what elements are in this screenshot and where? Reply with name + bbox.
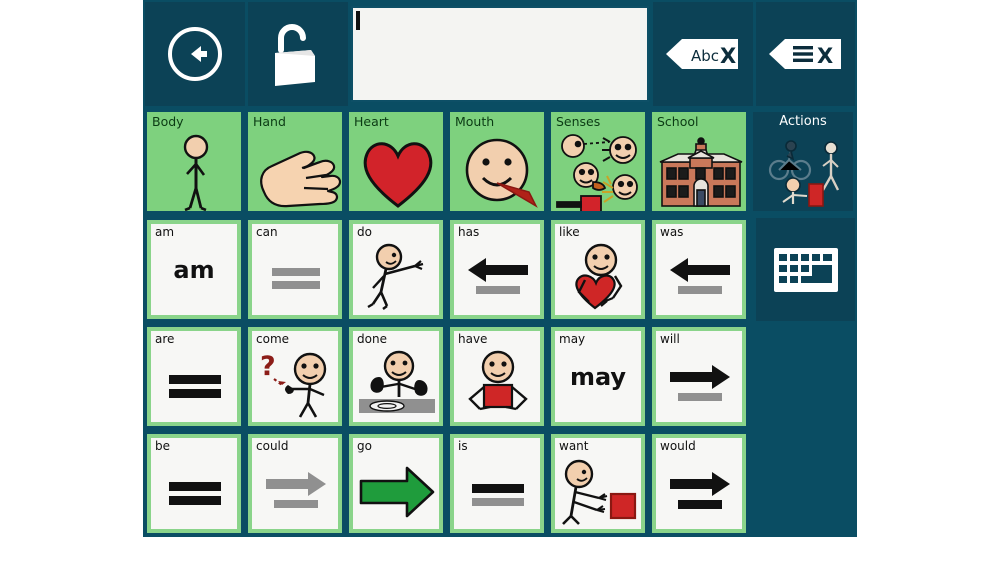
word-cell-will[interactable]: will — [650, 325, 748, 428]
two-black-bars-icon — [151, 347, 237, 420]
svg-text:?: ? — [260, 351, 276, 382]
word-cell-may[interactable]: may may — [549, 325, 647, 428]
actions-figures-icon — [753, 130, 853, 209]
category-label: Senses — [556, 114, 601, 129]
word-label: was — [660, 225, 684, 239]
keyboard-icon — [773, 247, 839, 293]
category-label: Heart — [354, 114, 389, 129]
word-cell-go[interactable]: go — [347, 432, 445, 535]
black-left-arrow-gray-bar-icon — [454, 240, 540, 313]
word-cell-am[interactable]: am am — [145, 218, 243, 321]
word-label: is — [458, 439, 468, 453]
text-caret — [356, 11, 360, 30]
word-label: like — [559, 225, 580, 239]
word-cell-has[interactable]: has — [448, 218, 546, 321]
svg-text:Abc: Abc — [691, 47, 719, 65]
svg-text:X: X — [720, 44, 736, 68]
svg-text:X: X — [817, 44, 833, 68]
delete-all-button[interactable]: X — [756, 2, 855, 106]
keyboard-button[interactable] — [756, 218, 855, 321]
word-label: has — [458, 225, 480, 239]
black-right-arrow-black-bar-icon — [656, 454, 742, 527]
word-label: do — [357, 225, 372, 239]
word-cell-like[interactable]: like — [549, 218, 647, 321]
black-right-arrow-gray-bar-icon — [656, 347, 742, 420]
circle-left-arrow-icon — [165, 24, 225, 84]
word-label: will — [660, 332, 680, 346]
two-black-bars-icon — [151, 454, 237, 527]
figure-hugging-heart-icon — [555, 240, 641, 313]
category-senses[interactable]: Senses — [549, 110, 647, 213]
word-bigtext: may — [569, 362, 627, 391]
word-label: be — [155, 439, 170, 453]
five-senses-faces-icon — [551, 130, 645, 211]
word-label: would — [660, 439, 696, 453]
message-bar[interactable] — [351, 6, 649, 102]
two-gray-bars-icon — [252, 240, 338, 313]
red-heart-icon — [349, 130, 443, 209]
stick-figure-body-icon — [147, 130, 241, 211]
open-hand-icon — [248, 130, 342, 209]
category-mouth[interactable]: Mouth — [448, 110, 546, 213]
word-cell-can[interactable]: can — [246, 218, 344, 321]
category-heart[interactable]: Heart — [347, 110, 445, 213]
school-building-icon — [652, 130, 746, 209]
word-cell-come[interactable]: come ? — [246, 325, 344, 428]
word-grid: am am can do has like was are come ? don… — [143, 218, 857, 537]
word-label: want — [559, 439, 589, 453]
delete-all-icon: X — [767, 34, 845, 74]
black-left-arrow-gray-bar-icon — [656, 240, 742, 313]
category-hand[interactable]: Hand — [246, 110, 344, 213]
word-label: may — [559, 332, 586, 346]
category-body[interactable]: Body — [145, 110, 243, 213]
figure-hands-up-table-icon — [353, 347, 439, 420]
category-label: School — [657, 114, 699, 129]
word-cell-want[interactable]: want — [549, 432, 647, 535]
figure-reaching-red-box-icon — [555, 454, 641, 527]
black-bar-gray-bar-icon — [454, 454, 540, 527]
word-label: have — [458, 332, 488, 346]
smiling-face-mouth-icon — [450, 130, 544, 209]
lock-button[interactable] — [248, 2, 348, 106]
delete-letter-button[interactable]: Abc X — [653, 2, 753, 106]
figure-beckoning-question-icon: ? — [252, 347, 338, 420]
word-cell-do[interactable]: do — [347, 218, 445, 321]
word-label: could — [256, 439, 289, 453]
word-cell-would[interactable]: would — [650, 432, 748, 535]
word-cell-have[interactable]: have — [448, 325, 546, 428]
green-right-arrow-icon — [353, 454, 439, 527]
category-label: Body — [152, 114, 184, 129]
word-cell-be[interactable]: be — [145, 432, 243, 535]
figure-holding-red-box-icon — [454, 347, 540, 420]
word-cell-was[interactable]: was — [650, 218, 748, 321]
aac-board-panel: Abc X X Body Hand Heart Mouth Senses Sch… — [143, 0, 857, 537]
stick-figure-pointing-icon — [353, 240, 439, 313]
word-cell-done[interactable]: done — [347, 325, 445, 428]
word-label: done — [357, 332, 387, 346]
category-label: Actions — [779, 114, 827, 129]
category-label: Hand — [253, 114, 286, 129]
word-cell-is[interactable]: is — [448, 432, 546, 535]
word-cell-are[interactable]: are — [145, 325, 243, 428]
category-label: Mouth — [455, 114, 495, 129]
toolbar: Abc X X — [143, 0, 857, 108]
word-bigtext: am — [173, 255, 215, 284]
word-label: come — [256, 332, 290, 346]
word-label: am — [155, 225, 175, 239]
word-cell-could[interactable]: could — [246, 432, 344, 535]
open-padlock-icon — [267, 20, 329, 88]
gray-right-arrow-gray-bar-icon — [252, 454, 338, 527]
delete-letter-icon: Abc X — [664, 34, 742, 74]
category-actions[interactable]: Actions — [751, 110, 855, 213]
word-label: can — [256, 225, 278, 239]
word-label: go — [357, 439, 372, 453]
back-button[interactable] — [145, 2, 245, 106]
category-school[interactable]: School — [650, 110, 748, 213]
category-row: Body Hand Heart Mouth Senses School Acti… — [143, 110, 857, 215]
word-label: are — [155, 332, 175, 346]
